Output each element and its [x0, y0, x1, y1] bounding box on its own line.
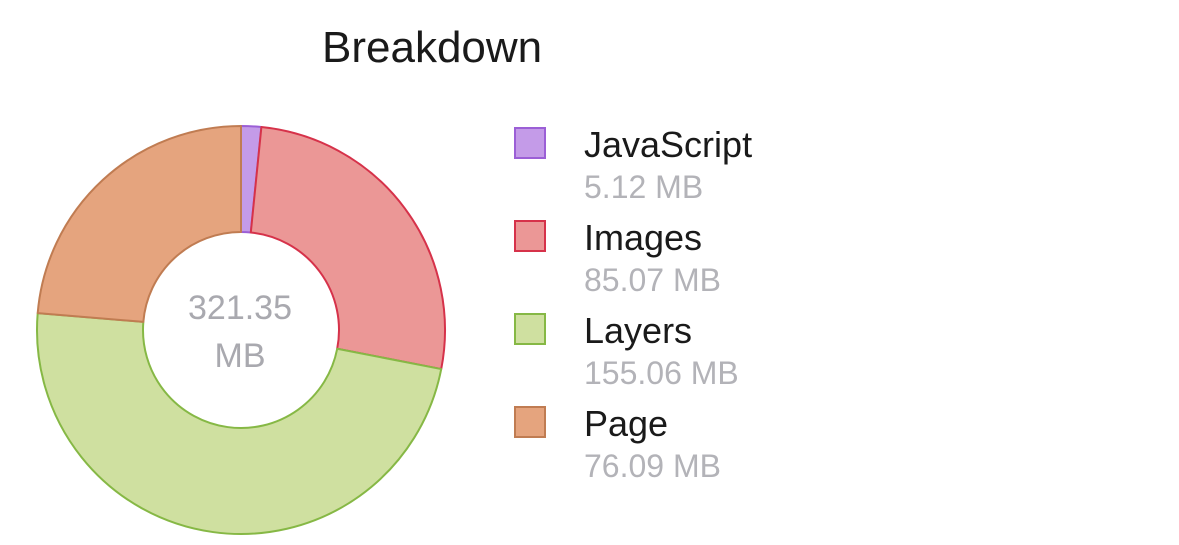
- legend-swatch-layers: [514, 313, 546, 345]
- legend-label-images: Images: [584, 217, 703, 258]
- legend-swatch-page: [514, 406, 546, 438]
- legend-label-javascript: JavaScript: [584, 124, 753, 165]
- legend-label-page: Page: [584, 403, 669, 444]
- legend-value-javascript: 5.12 MB: [584, 169, 704, 205]
- legend-swatch-javascript: [514, 127, 546, 159]
- legend-value-layers: 155.06 MB: [584, 355, 739, 391]
- donut-center-total: 321.35 MB: [140, 284, 340, 380]
- legend-swatch-images: [514, 220, 546, 252]
- donut-center-unit: MB: [214, 337, 266, 375]
- legend-value-page: 76.09 MB: [584, 448, 721, 484]
- legend-label-layers: Layers: [584, 310, 693, 351]
- donut-center-value: 321.35: [188, 289, 292, 327]
- legend-value-images: 85.07 MB: [584, 262, 721, 298]
